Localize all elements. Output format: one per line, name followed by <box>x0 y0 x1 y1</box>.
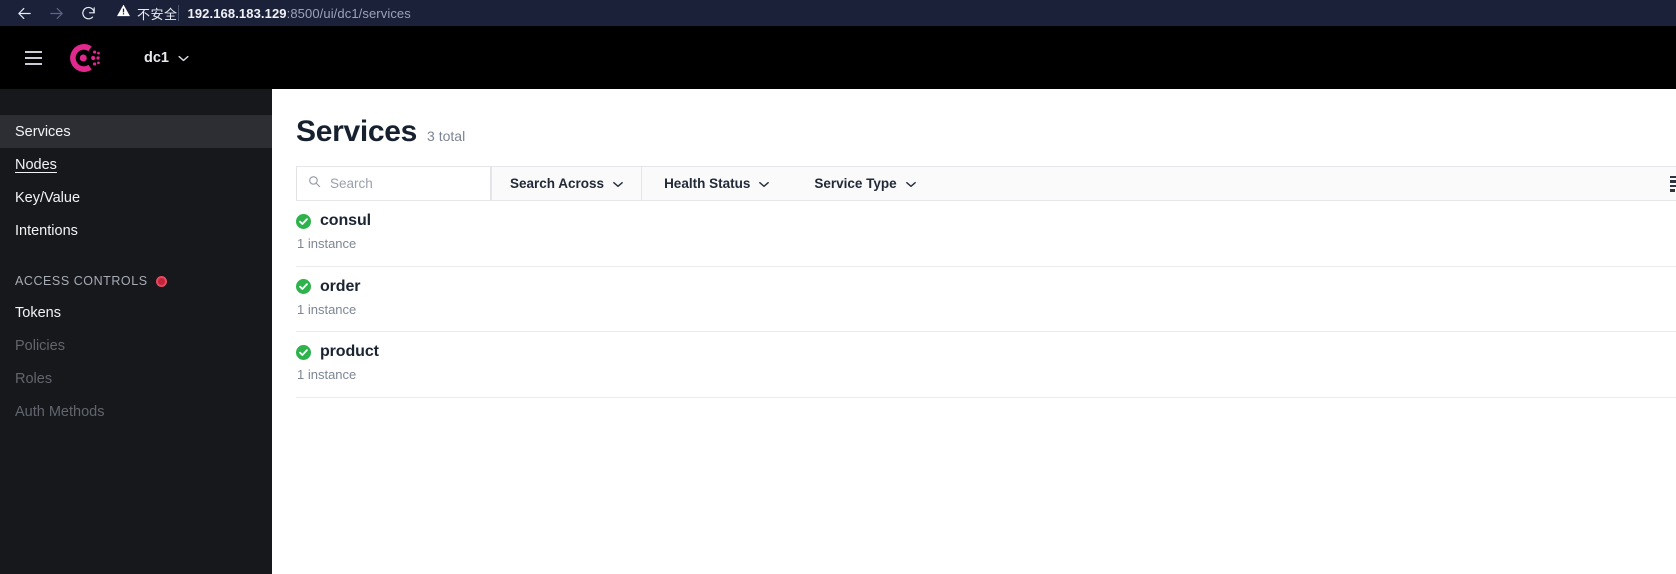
sidebar-item-label: Key/Value <box>15 189 81 206</box>
consul-logo-icon[interactable] <box>64 38 104 78</box>
sort-list-icon[interactable] <box>1670 167 1676 200</box>
page-body: Services Nodes Key/Value Intentions ACCE… <box>0 89 1676 574</box>
page-total-count: 3 total <box>427 128 466 144</box>
sidebar-item-label: Policies <box>15 337 65 354</box>
service-row-header: consul <box>296 212 1676 230</box>
service-list-item[interactable]: order 1 instance <box>296 267 1676 332</box>
sidebar-item-label: Roles <box>15 370 53 387</box>
chevron-down-icon <box>759 176 770 191</box>
service-type-dropdown[interactable]: Service Type <box>792 167 938 200</box>
chevron-down-icon <box>178 50 189 66</box>
service-instance-count: 1 instance <box>297 301 357 317</box>
site-security-indicator[interactable]: 不安全 <box>116 3 178 23</box>
search-across-dropdown[interactable]: Search Across <box>491 167 643 200</box>
url-divider <box>177 5 179 21</box>
sidebar-item-label: Intentions <box>15 222 78 239</box>
url-path: :8500/ui/dc1/services <box>286 5 411 21</box>
sidebar-item-key-value[interactable]: Key/Value <box>0 181 272 214</box>
sidebar-section-access-controls: ACCESS CONTROLS <box>0 266 272 296</box>
service-list: consul 1 instance order 1 instance produ… <box>296 201 1676 398</box>
alert-dot-icon <box>155 275 167 287</box>
check-circle-icon <box>296 213 311 229</box>
health-status-dropdown[interactable]: Health Status <box>642 167 792 200</box>
sidebar-item-services[interactable]: Services <box>0 115 272 148</box>
search-input[interactable] <box>330 176 480 191</box>
service-row-header: product <box>296 343 1676 361</box>
service-name: consul <box>320 212 371 229</box>
arrow-right-icon <box>48 5 65 22</box>
filter-toolbar: Search Across Health Status Service Type <box>296 166 1676 201</box>
service-name: order <box>320 277 361 295</box>
service-list-item[interactable]: consul 1 instance <box>296 201 1676 267</box>
url-host: 192.168.183.129 <box>187 5 287 21</box>
check-circle-icon <box>296 344 311 360</box>
app-header: dc1 <box>0 26 1676 89</box>
sidebar-item-roles: Roles <box>0 362 272 395</box>
sidebar-item-tokens[interactable]: Tokens <box>0 296 272 329</box>
service-row-header: order <box>296 278 1676 296</box>
back-button[interactable] <box>8 0 40 26</box>
hamburger-menu-icon[interactable] <box>18 43 48 73</box>
sidebar-item-intentions[interactable]: Intentions <box>0 214 272 247</box>
check-circle-icon <box>296 279 311 294</box>
sidebar-item-label: Services <box>15 123 71 140</box>
browser-toolbar: 不安全 192.168.183.129:8500/ui/dc1/services <box>0 0 1676 26</box>
arrow-left-icon <box>16 5 33 22</box>
sidebar-item-label: Auth Methods <box>15 403 105 420</box>
search-icon <box>308 175 321 193</box>
chevron-down-icon <box>905 176 916 191</box>
sidebar-item-label: Nodes <box>15 156 57 173</box>
warning-triangle-icon <box>116 3 131 23</box>
service-name: product <box>320 343 379 360</box>
security-label: 不安全 <box>137 6 178 22</box>
sidebar-item-auth-methods: Auth Methods <box>0 395 272 428</box>
reload-icon <box>80 5 97 22</box>
forward-button[interactable] <box>40 0 72 26</box>
page-header: Services 3 total <box>296 115 1676 149</box>
sidebar-item-nodes[interactable]: Nodes <box>0 148 272 181</box>
chevron-down-icon <box>613 176 623 191</box>
search-field-wrapper[interactable] <box>296 167 491 200</box>
reload-button[interactable] <box>72 0 104 26</box>
sidebar-item-policies: Policies <box>0 329 272 362</box>
datacenter-label: dc1 <box>144 49 169 66</box>
sidebar-item-label: Tokens <box>15 304 61 321</box>
service-instance-count: 1 instance <box>297 236 357 251</box>
sidebar: Services Nodes Key/Value Intentions ACCE… <box>0 89 272 574</box>
service-list-item[interactable]: product 1 instance <box>296 332 1676 398</box>
page-title: Services <box>296 115 418 148</box>
service-type-label: Service Type <box>814 176 897 191</box>
datacenter-selector[interactable]: dc1 <box>144 50 189 66</box>
sidebar-section-label: ACCESS CONTROLS <box>15 274 148 288</box>
address-bar[interactable]: 192.168.183.129:8500/ui/dc1/services <box>188 6 411 21</box>
search-across-label: Search Across <box>510 176 605 191</box>
health-status-label: Health Status <box>664 176 751 191</box>
service-instance-count: 1 instance <box>297 367 357 382</box>
main-content: Services 3 total Search Across <box>272 89 1676 574</box>
